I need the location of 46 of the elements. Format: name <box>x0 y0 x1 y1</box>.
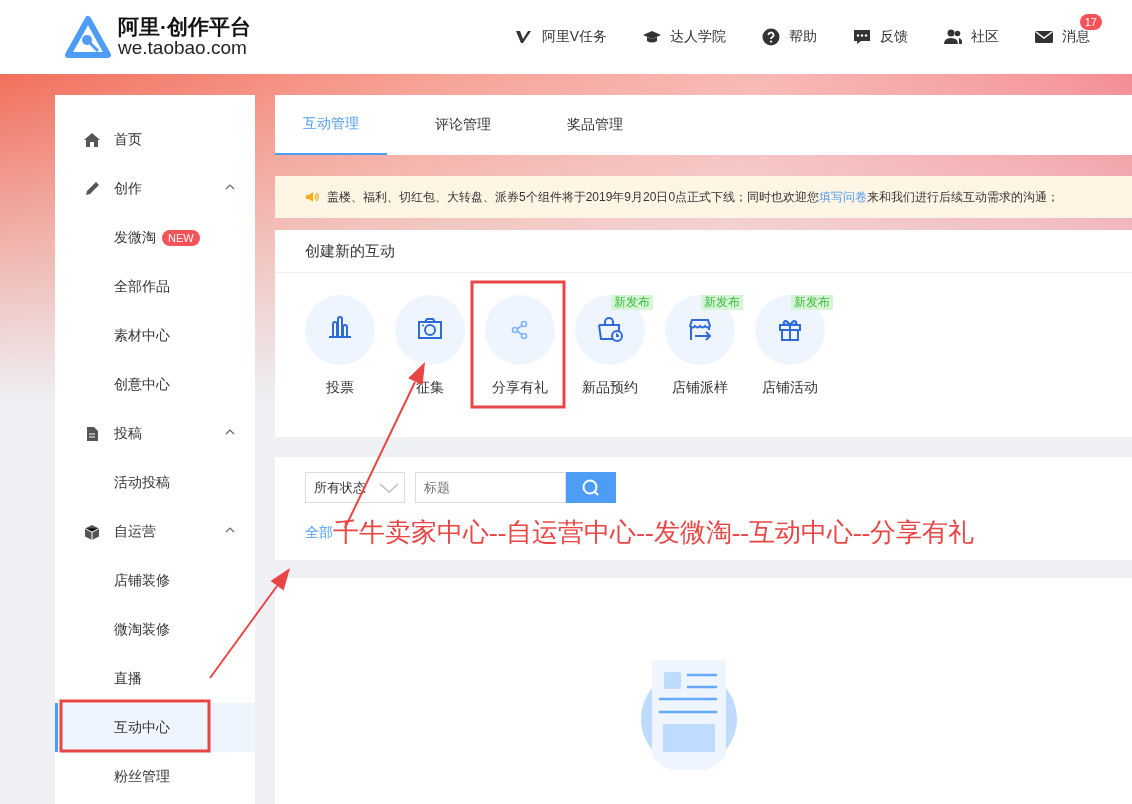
chat-bubble-icon <box>853 28 871 46</box>
tab[interactable]: 评论管理 <box>407 95 519 155</box>
people-icon <box>944 28 962 46</box>
sidebar-item[interactable]: 微淘装修 <box>55 605 255 654</box>
sidebar-item[interactable]: 粉丝管理 <box>55 752 255 801</box>
help-icon <box>762 28 780 46</box>
new-badge: NEW <box>162 229 200 246</box>
sidebar-item[interactable]: 素材中心 <box>55 311 255 360</box>
pencil-icon <box>84 180 100 197</box>
sidebar-item[interactable]: 首页 <box>55 115 255 164</box>
sidebar-item[interactable]: 全部作品 <box>55 262 255 311</box>
new-release-badge: 新发布 <box>701 295 743 310</box>
document-icon <box>84 425 100 442</box>
sidebar-item[interactable]: 投稿 <box>55 409 255 458</box>
chevron-down-icon <box>378 481 400 494</box>
sidebar-item[interactable]: 店铺装修 <box>55 556 255 605</box>
cube-icon <box>84 523 100 540</box>
tab[interactable]: 奖品管理 <box>539 95 651 155</box>
sidebar-item[interactable]: 直播 <box>55 654 255 703</box>
notice-text: 盖楼、福利、切红包、大转盘、派券5个组件将于2019年9月20日0点正式下线；同时也欢迎您填写问卷来和我们进行后续互动需求的沟通； <box>327 188 1060 206</box>
sidebar-item[interactable]: 发微淘 NEW <box>55 213 255 262</box>
sidebar-item[interactable]: 创意中心 <box>55 360 255 409</box>
new-release-badge: 新发布 <box>791 295 833 310</box>
nav-link[interactable]: 阿里V任务 <box>514 28 607 46</box>
nav-link[interactable]: 社区 <box>944 28 999 46</box>
mail-icon <box>1035 28 1053 46</box>
logo-icon <box>64 15 112 59</box>
v-icon <box>514 28 533 46</box>
sidebar-item[interactable]: 创作 <box>55 164 255 213</box>
count-badge: 17 <box>1079 14 1102 30</box>
nav-link[interactable]: 反馈 <box>853 28 908 46</box>
nav-link[interactable]: 帮助 <box>762 28 817 46</box>
nav-link[interactable]: 达人学院 <box>643 28 726 46</box>
search-field[interactable]: 标题 <box>415 472 566 503</box>
logo-title: 阿里·创作平台 <box>118 15 251 39</box>
sidebar-item[interactable]: 自运营 <box>55 507 255 556</box>
sidebar-item[interactable]: 互动中心 <box>55 703 255 752</box>
nav-link[interactable]: 消息 <box>1035 28 1090 46</box>
home-icon <box>84 131 100 148</box>
section-title: 创建新的互动 <box>305 241 395 261</box>
logo-subtitle: we.taobao.com <box>118 38 248 59</box>
new-release-badge: 新发布 <box>611 295 653 310</box>
search-button[interactable] <box>566 472 616 503</box>
sidebar-item[interactable]: 活动投稿 <box>55 458 255 507</box>
speaker-icon <box>305 191 319 203</box>
search-icon <box>581 477 601 498</box>
